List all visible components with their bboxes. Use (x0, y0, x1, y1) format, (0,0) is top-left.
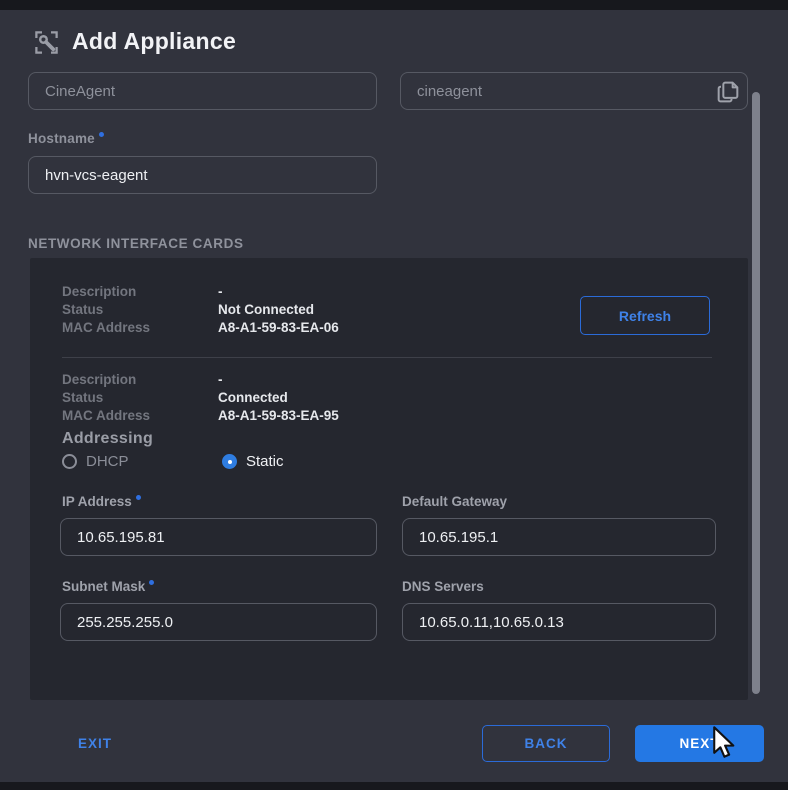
ip-address-input[interactable] (60, 518, 377, 556)
appliance-slug-input[interactable] (400, 72, 748, 110)
dns-servers-label: DNS Servers (402, 579, 484, 594)
nic1-description-label: Description (62, 284, 136, 299)
nic1-mac-value: A8-A1-59-83-EA-06 (218, 320, 339, 335)
subnet-mask-label: Subnet Mask (62, 579, 154, 594)
addressing-title: Addressing (62, 430, 153, 448)
subnet-mask-input[interactable] (60, 603, 377, 641)
appliance-name-input[interactable] (28, 72, 377, 110)
dns-servers-input[interactable] (402, 603, 716, 641)
window-top-edge (0, 0, 788, 10)
nic1-status-value: Not Connected (218, 302, 314, 317)
nic1-mac-label: MAC Address (62, 320, 150, 335)
page-title: Add Appliance (72, 28, 236, 55)
static-radio-label: Static (246, 453, 284, 470)
nic2-description-value: - (218, 372, 223, 387)
section-title-network-interface-cards: NETWORK INTERFACE CARDS (28, 236, 244, 251)
hostname-input[interactable] (28, 156, 377, 194)
default-gateway-input[interactable] (402, 518, 716, 556)
copy-icon[interactable] (714, 78, 742, 106)
subnet-mask-label-text: Subnet Mask (62, 579, 145, 594)
ip-address-label-text: IP Address (62, 494, 132, 509)
required-indicator (149, 580, 154, 585)
hostname-label-text: Hostname (28, 131, 95, 146)
nic1-status-label: Status (62, 302, 103, 317)
back-button[interactable]: BACK (482, 725, 610, 762)
nic1-description-value: - (218, 284, 223, 299)
exit-link[interactable]: EXIT (78, 736, 112, 751)
radio-option-static[interactable]: Static (222, 453, 284, 471)
required-indicator (99, 132, 104, 137)
radio-option-dhcp[interactable]: DHCP (62, 453, 129, 471)
nic2-status-label: Status (62, 390, 103, 405)
appliance-config-icon (33, 29, 60, 56)
window-bottom-edge (0, 782, 788, 790)
default-gateway-label: Default Gateway (402, 494, 507, 509)
nic2-status-value: Connected (218, 390, 288, 405)
nic2-description-label: Description (62, 372, 136, 387)
nic-divider (62, 357, 712, 358)
refresh-button[interactable]: Refresh (580, 296, 710, 335)
next-button[interactable]: NEXT (635, 725, 764, 762)
static-radio[interactable] (222, 454, 237, 469)
nic2-mac-label: MAC Address (62, 408, 150, 423)
ip-address-label: IP Address (62, 494, 141, 509)
dhcp-radio-label: DHCP (86, 453, 129, 470)
network-interface-cards-panel: Description - Status Not Connected MAC A… (30, 258, 748, 700)
required-indicator (136, 495, 141, 500)
nic2-mac-value: A8-A1-59-83-EA-95 (218, 408, 339, 423)
dhcp-radio[interactable] (62, 454, 77, 469)
scrollbar-thumb[interactable] (752, 92, 760, 694)
hostname-label: Hostname (28, 131, 104, 146)
